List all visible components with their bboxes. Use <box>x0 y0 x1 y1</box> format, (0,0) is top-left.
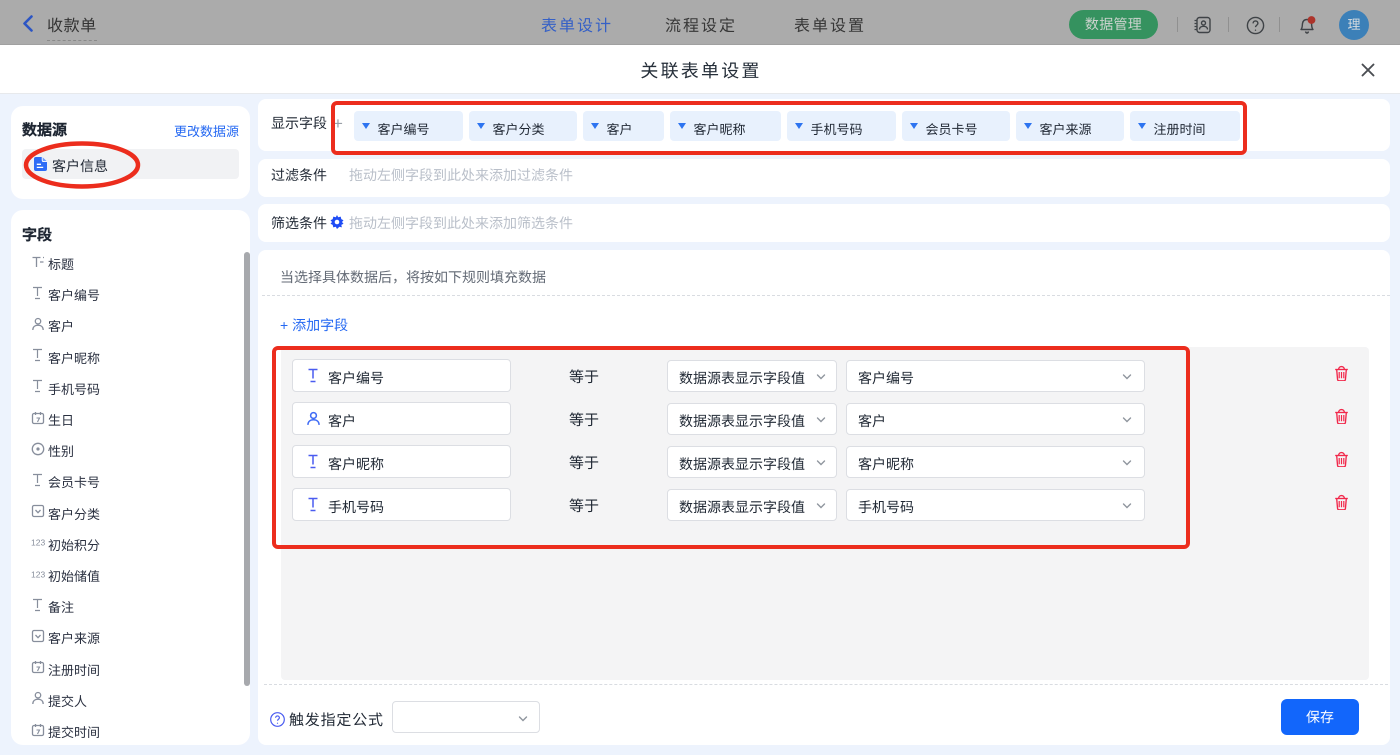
svg-text:123: 123 <box>31 569 45 579</box>
svg-text:123: 123 <box>31 538 45 548</box>
